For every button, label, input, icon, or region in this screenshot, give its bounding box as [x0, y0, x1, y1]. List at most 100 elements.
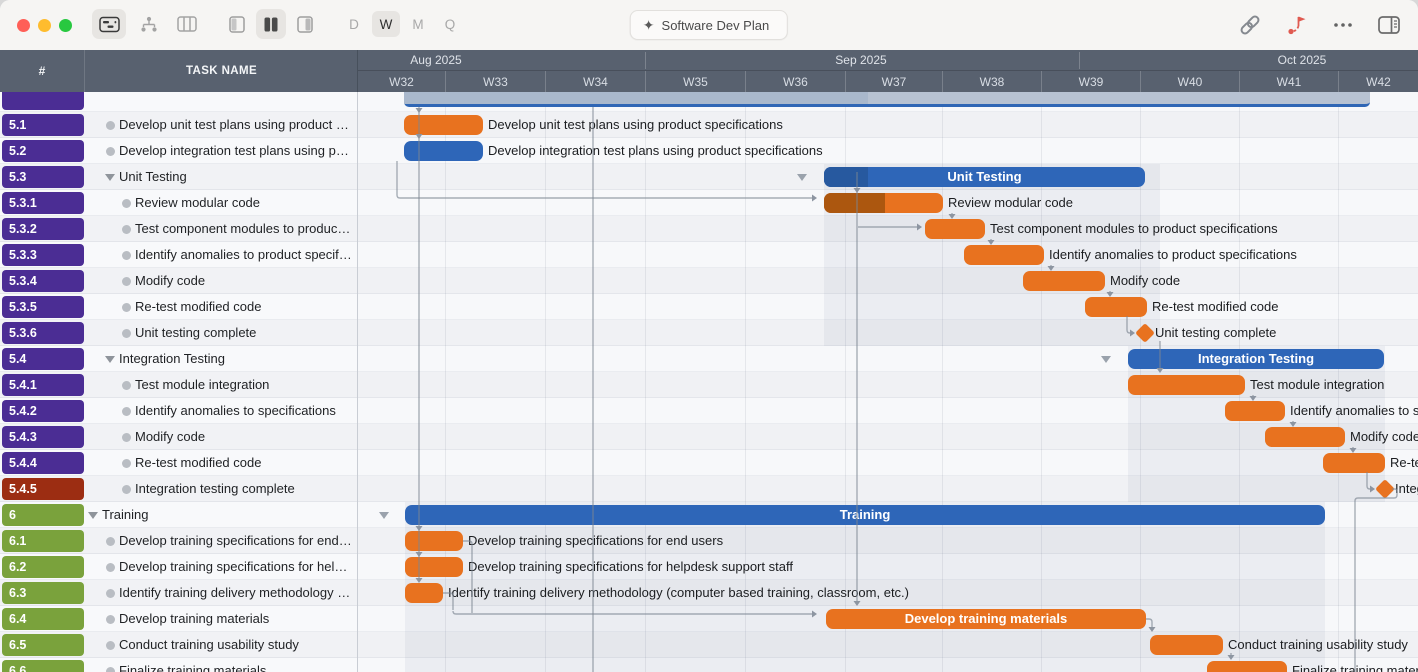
- table-row-5.4.4[interactable]: 5.4.4Re-test modified code: [0, 450, 358, 476]
- month-label: Oct 2025: [1278, 50, 1327, 71]
- sidebar-toggle-button[interactable]: [1376, 12, 1402, 43]
- task-bullet-icon: [122, 225, 131, 234]
- task-bullet-icon: [122, 433, 131, 442]
- task-name-label: Training: [102, 502, 352, 528]
- dependency-arrow: [1107, 292, 1114, 297]
- link-button[interactable]: [1237, 12, 1263, 43]
- task-name-label: Unit testing complete: [135, 320, 352, 346]
- close-button[interactable]: [17, 19, 30, 32]
- zoom-level-w[interactable]: W: [372, 11, 400, 37]
- column-header-number: #: [0, 50, 85, 92]
- row-badge: 6.1: [2, 530, 84, 552]
- table-row-partial[interactable]: [0, 92, 358, 112]
- split-panel-button[interactable]: [256, 9, 286, 39]
- task-name-label: Identify anomalies to product specificat…: [135, 242, 352, 268]
- dependency-arrow: [416, 108, 423, 113]
- table-row-6.3[interactable]: 6.3Identify training delivery methodolog…: [0, 580, 358, 606]
- table-row-6.6[interactable]: 6.6Finalize training materials: [0, 658, 358, 672]
- table-row-5.2[interactable]: 5.2Develop integration test plans using …: [0, 138, 358, 164]
- zoom-level-q[interactable]: Q: [436, 11, 464, 37]
- row-badge: 6.2: [2, 556, 84, 578]
- task-name-label: Modify code: [135, 268, 352, 294]
- split-panel-icon: [263, 16, 279, 33]
- milestone-flag-button[interactable]: [1284, 12, 1310, 43]
- task-name-label: Conduct training usability study: [119, 632, 352, 658]
- gantt-view-button[interactable]: [92, 9, 126, 39]
- task-bullet-icon: [106, 121, 115, 130]
- dependency-arrow: [1048, 266, 1055, 271]
- row-badge: 5.1: [2, 114, 84, 136]
- table-row-6.1[interactable]: 6.1 Develop training specifications for e…: [0, 528, 358, 554]
- table-row-5.3.4[interactable]: 5.3.4Modify code: [0, 268, 358, 294]
- disclosure-triangle[interactable]: [105, 356, 115, 363]
- dependency-link: [443, 593, 453, 610]
- dependency-arrow: [812, 611, 817, 618]
- zoom-level-m[interactable]: M: [404, 11, 432, 37]
- table-row-5.4.1[interactable]: 5.4.1Test module integration: [0, 372, 358, 398]
- dependency-arrow: [917, 224, 922, 231]
- table-row-5.3[interactable]: 5.3Unit Testing: [0, 164, 358, 190]
- task-bullet-icon: [122, 329, 131, 338]
- dependency-arrow: [988, 240, 995, 245]
- row-badge: 5.4.1: [2, 374, 84, 396]
- gantt-view-icon: [99, 16, 120, 33]
- task-bullet-icon: [122, 407, 131, 416]
- table-header: # TASK NAME: [0, 50, 358, 92]
- sidebar-toggle-icon: [1376, 12, 1402, 38]
- table-row-5.1[interactable]: 5.1 Develop unit test plans using product…: [0, 112, 358, 138]
- window-controls: [17, 19, 72, 32]
- zoom-level-group: DWMQ: [338, 11, 466, 37]
- more-button[interactable]: [1331, 12, 1355, 43]
- columns-view-icon: [177, 16, 197, 32]
- ai-sparkle-icon: ✦: [643, 18, 655, 32]
- table-row-6.4[interactable]: 6.4Develop training materials: [0, 606, 358, 632]
- table-row-5.4.3[interactable]: 5.4.3Modify code: [0, 424, 358, 450]
- left-panel-button[interactable]: [222, 9, 252, 39]
- minimize-button[interactable]: [38, 19, 51, 32]
- table-row-5.3.2[interactable]: 5.3.2Test component modules to product s…: [0, 216, 358, 242]
- table-row-5.4.2[interactable]: 5.4.2 Identify anomalies to specification…: [0, 398, 358, 424]
- zoom-button[interactable]: [59, 19, 72, 32]
- network-view-button[interactable]: [132, 9, 166, 39]
- plan-title-pill[interactable]: ✦ Software Dev Plan: [630, 10, 788, 40]
- task-bullet-icon: [106, 563, 115, 572]
- week-cell-w32: W32: [358, 71, 445, 92]
- left-panel-icon: [229, 16, 245, 33]
- dependency-arrow: [1149, 627, 1156, 632]
- table-row-5.3.3[interactable]: 5.3.3Identify anomalies to product speci…: [0, 242, 358, 268]
- zoom-level-d[interactable]: D: [340, 11, 368, 37]
- disclosure-triangle[interactable]: [105, 174, 115, 181]
- table-row-6.2[interactable]: 6.2Develop training specifications for h…: [0, 554, 358, 580]
- row-badge: 5.4.5: [2, 478, 84, 500]
- columns-view-button[interactable]: [170, 9, 204, 39]
- table-row-5.4.5[interactable]: 5.4.5Integration testing complete: [0, 476, 358, 502]
- table-row-6.5[interactable]: 6.5Conduct training usability study: [0, 632, 358, 658]
- link-icon: [1237, 12, 1263, 38]
- app-window: DWMQ ✦ Software Dev Plan: [0, 0, 1418, 672]
- table-row-5.3.1[interactable]: 5.3.1Review modular code: [0, 190, 358, 216]
- dependency-arrow: [1290, 422, 1297, 427]
- right-panel-button[interactable]: [290, 9, 320, 39]
- month-divider: [1079, 52, 1080, 69]
- task-bullet-icon: [122, 251, 131, 260]
- dependency-arrow: [812, 195, 817, 202]
- task-name-label: Develop training specifications for end …: [119, 528, 352, 554]
- row-badge: 5.4.2: [2, 400, 84, 422]
- task-bullet-icon: [106, 537, 115, 546]
- row-badge: [2, 92, 84, 110]
- table-row-5.3.6[interactable]: 5.3.6Unit testing complete: [0, 320, 358, 346]
- week-cell-w39: W39: [1041, 71, 1140, 92]
- table-row-6[interactable]: 6Training: [0, 502, 358, 528]
- task-name-label: Develop unit test plans using product sp…: [119, 112, 352, 138]
- task-name-label: Identify anomalies to specifications: [135, 398, 352, 424]
- task-name-label: Identify training delivery methodology (…: [119, 580, 352, 606]
- dependency-links-layer: [358, 92, 1418, 672]
- row-badge: 5.4.3: [2, 426, 84, 448]
- disclosure-triangle[interactable]: [88, 512, 98, 519]
- more-icon: [1331, 12, 1355, 38]
- table-row-5.4[interactable]: 5.4Integration Testing: [0, 346, 358, 372]
- milestone-flag-icon: [1284, 12, 1310, 38]
- row-badge: 5.3.1: [2, 192, 84, 214]
- table-row-5.3.5[interactable]: 5.3.5Re-test modified code: [0, 294, 358, 320]
- task-name-label: Unit Testing: [119, 164, 352, 190]
